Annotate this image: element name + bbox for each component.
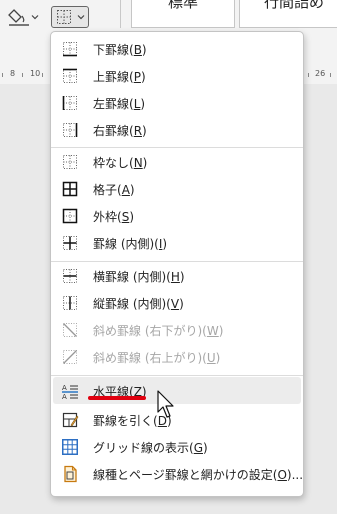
menu-item-label: 罫線 (内側)(I) (93, 237, 168, 251)
inside-horizontal-border-icon (63, 269, 77, 283)
borders-dropdown-menu: 下罫線(B) 上罫線(P) 左罫線(L) 右罫線(R) 枠なし(N) 格子(A)… (50, 31, 304, 497)
menu-item-label: 左罫線(L) (93, 97, 146, 111)
menu-item-draw-table[interactable]: 罫線を引く(D) (53, 406, 301, 433)
diagonal-down-border-icon (63, 323, 77, 337)
menu-item-bottom-border[interactable]: 下罫線(B) (53, 35, 301, 62)
borders-button[interactable] (51, 6, 89, 28)
all-borders-icon (62, 181, 78, 197)
menu-item-top-border[interactable]: 上罫線(P) (53, 62, 301, 89)
menu-item-label: 上罫線(P) (93, 70, 146, 84)
menu-item-diagonal-down-border: 斜め罫線 (右下がり)(W) (53, 316, 301, 343)
chevron-down-icon (31, 15, 39, 20)
menu-item-label: 外枠(S) (93, 210, 134, 224)
paint-bucket-icon (8, 9, 29, 26)
menu-item-inside-vertical-border[interactable]: 縦罫線 (内側)(V) (53, 289, 301, 316)
ruler-label: 10 (30, 69, 41, 78)
menu-item-no-border[interactable]: 枠なし(N) (53, 148, 301, 175)
style-no-spacing[interactable]: 行間詰め (239, 0, 337, 28)
menu-item-label: 右罫線(R) (93, 124, 147, 138)
shading-button[interactable] (8, 6, 46, 28)
highlight-underline (88, 396, 146, 400)
style-label: 行間詰め (263, 0, 324, 11)
menu-item-label: 斜め罫線 (右下がり)(W) (93, 324, 224, 338)
inside-borders-icon (63, 236, 77, 250)
menu-item-label: 横罫線 (内側)(H) (93, 270, 185, 284)
border-right-icon (63, 123, 78, 137)
mouse-pointer-icon (157, 390, 174, 418)
menu-item-left-border[interactable]: 左罫線(L) (53, 89, 301, 116)
border-bottom-icon (63, 42, 77, 57)
ruler-tick (22, 73, 23, 77)
inside-vertical-border-icon (63, 296, 77, 310)
menu-item-label: 斜め罫線 (右上がり)(U) (93, 351, 221, 365)
ruler-label: 26 (315, 69, 326, 78)
svg-text:A: A (62, 384, 67, 392)
menu-item-outside-borders[interactable]: 外枠(S) (53, 202, 301, 229)
menu-item-right-border[interactable]: 右罫線(R) (53, 116, 301, 143)
ruler-tick (330, 73, 331, 77)
ribbon: 標準 行間詰め (0, 0, 337, 30)
borders-and-shading-icon (64, 465, 77, 483)
menu-item-label: 線種とページ罫線と網かけの設定(O)... (93, 468, 304, 482)
ribbon-separator (120, 0, 121, 28)
diagonal-up-border-icon (63, 350, 77, 364)
menu-item-diagonal-up-border: 斜め罫線 (右上がり)(U) (53, 343, 301, 370)
menu-item-borders-and-shading[interactable]: 線種とページ罫線と網かけの設定(O)... (53, 460, 304, 487)
no-border-icon (63, 155, 77, 169)
ruler-tick (42, 73, 43, 77)
menu-item-inside-horizontal-border[interactable]: 横罫線 (内側)(H) (53, 262, 301, 289)
ruler-label: 8 (10, 69, 16, 78)
outside-borders-icon (62, 208, 78, 224)
style-normal[interactable]: 標準 (131, 0, 235, 28)
menu-item-label: 縦罫線 (内側)(V) (93, 297, 184, 311)
menu-item-label: 下罫線(B) (93, 43, 147, 57)
menu-item-label: 格子(A) (93, 183, 135, 197)
svg-text:A: A (62, 393, 67, 400)
draw-table-icon (62, 412, 79, 428)
menu-item-all-borders[interactable]: 格子(A) (53, 175, 301, 202)
borders-icon (57, 10, 71, 24)
menu-item-label: 枠なし(N) (93, 156, 148, 170)
style-label: 標準 (167, 0, 198, 11)
ruler-tick (2, 73, 3, 77)
horizontal-line-icon: A A (62, 384, 78, 400)
chevron-down-icon (77, 15, 85, 20)
menu-item-view-gridlines[interactable]: グリッド線の表示(G) (53, 433, 301, 460)
menu-separator (51, 375, 303, 376)
menu-item-label: グリッド線の表示(G) (93, 441, 208, 455)
border-left-icon (62, 96, 77, 110)
ruler-tick (308, 73, 309, 77)
menu-item-inside-borders[interactable]: 罫線 (内側)(I) (53, 229, 301, 256)
view-gridlines-icon (62, 439, 78, 455)
border-top-icon (63, 68, 77, 83)
